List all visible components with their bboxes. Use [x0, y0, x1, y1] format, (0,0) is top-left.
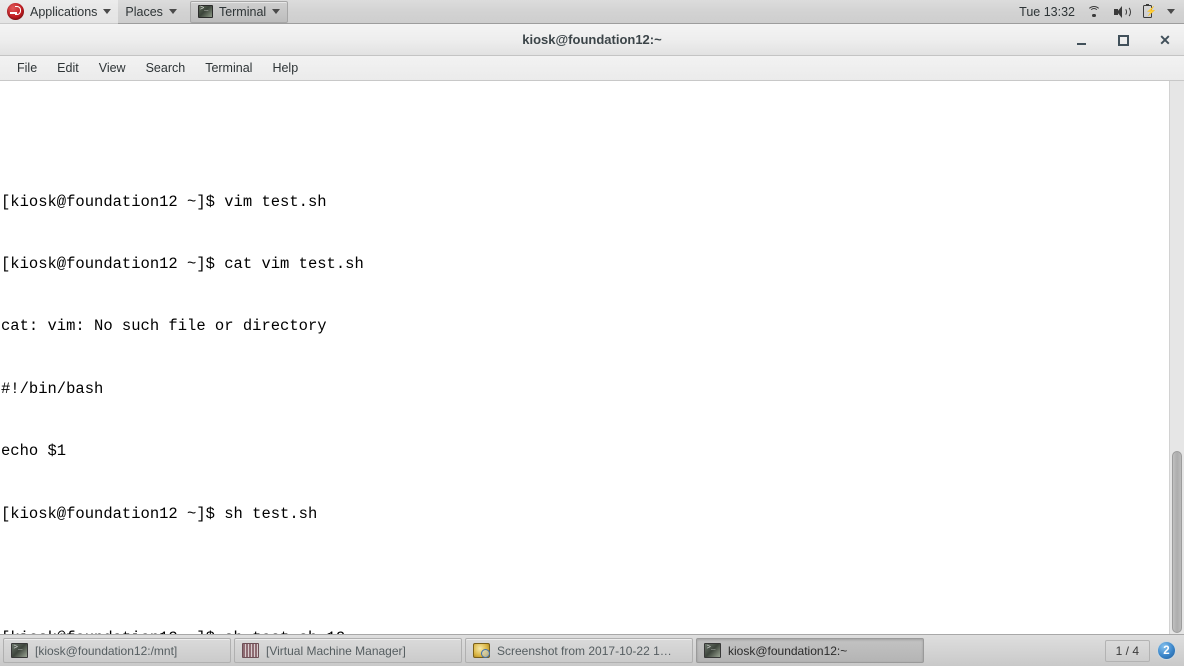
minimize-button[interactable] [1070, 29, 1092, 51]
taskbar-item-label: [Virtual Machine Manager] [266, 643, 406, 658]
menu-terminal[interactable]: Terminal [196, 58, 261, 78]
system-tray: Tue 13:32 ⚡ [1019, 3, 1184, 20]
taskbar-item-label: Screenshot from 2017-10-22 1… [497, 643, 672, 658]
taskbar-item-label: kiosk@foundation12:~ [728, 643, 848, 658]
wifi-icon[interactable] [1086, 4, 1102, 20]
applications-menu[interactable]: Applications [0, 0, 119, 24]
chevron-down-icon [272, 9, 281, 14]
taskbar-item-virtual-machine-manager[interactable]: [Virtual Machine Manager] [234, 638, 462, 663]
terminal-window: kiosk@foundation12:~ ✕ File Edit View Se… [0, 24, 1184, 634]
terminal-line: cat: vim: No such file or directory [1, 317, 327, 336]
notification-badge[interactable]: 2 [1157, 641, 1176, 660]
terminal-scrollbar[interactable] [1169, 81, 1184, 634]
taskbar-item-mnt-terminal[interactable]: [kiosk@foundation12:/mnt] [3, 638, 231, 663]
terminal-line: [kiosk@foundation12 ~]$ cat vim test.sh [1, 254, 364, 273]
chevron-down-icon [168, 9, 177, 14]
close-icon: ✕ [1159, 32, 1171, 48]
panel-window-button-label: Terminal [218, 4, 267, 19]
fedora-logo-icon [7, 3, 24, 20]
terminal-icon [197, 4, 213, 18]
places-menu[interactable]: Places [118, 0, 184, 24]
menu-view[interactable]: View [90, 58, 135, 78]
tray-chevron-down-icon[interactable] [1167, 9, 1175, 14]
places-menu-label: Places [125, 4, 163, 19]
window-title: kiosk@foundation12:~ [522, 32, 662, 47]
taskbar: [kiosk@foundation12:/mnt] [Virtual Machi… [0, 634, 1184, 666]
terminal-line: #!/bin/bash [1, 379, 104, 398]
menu-edit[interactable]: Edit [48, 58, 88, 78]
terminal-output[interactable]: [kiosk@foundation12 ~]$ vim test.sh [kio… [0, 81, 1169, 634]
terminal-line: echo $1 [1, 442, 67, 461]
battery-icon[interactable]: ⚡ [1140, 3, 1157, 20]
terminal-line: [kiosk@foundation12 ~]$ sh test.sh [1, 504, 318, 523]
terminal-line: [kiosk@foundation12 ~]$ vim test.sh [1, 192, 327, 211]
top-panel: Applications Places Terminal Tue 13:32 ⚡ [0, 0, 1184, 24]
terminal-content-area[interactable]: [kiosk@foundation12 ~]$ vim test.sh [kio… [0, 81, 1184, 634]
chevron-down-icon [103, 9, 112, 14]
terminal-icon [11, 643, 28, 658]
taskbar-item-active-terminal[interactable]: kiosk@foundation12:~ [696, 638, 924, 663]
menu-search[interactable]: Search [137, 58, 195, 78]
applications-menu-label: Applications [30, 4, 98, 19]
window-titlebar[interactable]: kiosk@foundation12:~ ✕ [0, 24, 1184, 56]
scrollbar-thumb[interactable] [1172, 451, 1182, 633]
panel-window-button-terminal[interactable]: Terminal [189, 0, 289, 23]
menu-help[interactable]: Help [263, 58, 307, 78]
window-controls: ✕ [1070, 24, 1176, 56]
virtual-machine-manager-icon [242, 643, 259, 658]
taskbar-right-section: 1 / 4 2 [1104, 639, 1181, 662]
terminal-icon [704, 643, 721, 658]
menu-file[interactable]: File [8, 58, 46, 78]
taskbar-item-label: [kiosk@foundation12:/mnt] [35, 643, 178, 658]
workspace-switcher[interactable]: 1 / 4 [1104, 639, 1150, 662]
volume-icon[interactable] [1113, 4, 1131, 20]
screenshot-icon [473, 643, 490, 658]
menubar: File Edit View Search Terminal Help [0, 56, 1184, 81]
taskbar-item-screenshot[interactable]: Screenshot from 2017-10-22 1… [465, 638, 693, 663]
close-button[interactable]: ✕ [1154, 29, 1176, 51]
maximize-button[interactable] [1112, 29, 1134, 51]
clock[interactable]: Tue 13:32 [1019, 5, 1075, 19]
